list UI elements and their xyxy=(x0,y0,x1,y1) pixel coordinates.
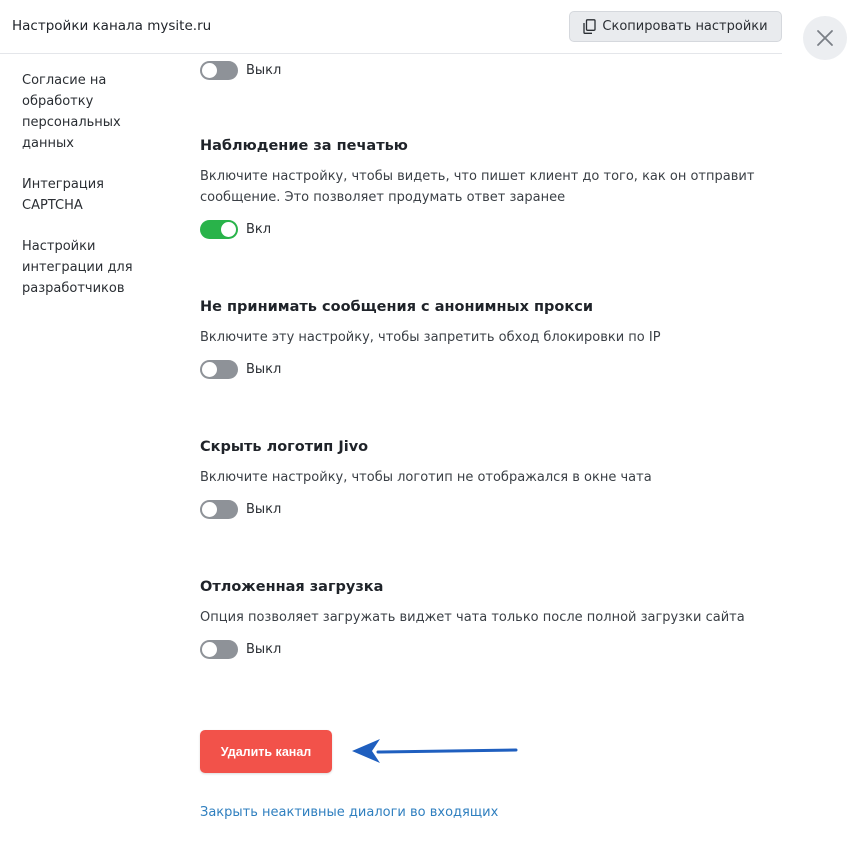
annotation-arrow-icon xyxy=(352,739,518,763)
toggle-row: Выкл xyxy=(200,360,760,379)
toggle-label: Выкл xyxy=(246,502,282,517)
top-toggle[interactable] xyxy=(200,61,238,80)
toggle-row: Выкл xyxy=(200,640,760,659)
header: Настройки канала mysite.ru Скопировать н… xyxy=(0,0,782,54)
setting-description: Включите настройку, чтобы логотип не ото… xyxy=(200,470,652,485)
toggle-knob xyxy=(202,502,217,517)
toggle-row: Вкл xyxy=(200,220,760,239)
sidebar: Согласие на обработку персональных данны… xyxy=(22,70,162,319)
page-title: Настройки канала mysite.ru xyxy=(12,18,212,34)
hide-logo-toggle[interactable] xyxy=(200,500,238,519)
toggle-label: Выкл xyxy=(246,362,282,377)
sidebar-item-personal-data-consent[interactable]: Согласие на обработку персональных данны… xyxy=(22,70,162,154)
toggle-label: Вкл xyxy=(246,222,272,237)
close-inactive-dialogs-link[interactable]: Закрыть неактивные диалоги во входящих xyxy=(200,805,498,820)
toggle-label: Выкл xyxy=(246,642,282,657)
copy-settings-label: Скопировать настройки xyxy=(602,19,768,34)
typing-monitoring-toggle[interactable] xyxy=(200,220,238,239)
toggle-knob xyxy=(221,222,236,237)
setting-anonymous-proxy: Не принимать сообщения с анонимных прокс… xyxy=(200,297,760,379)
setting-title: Наблюдение за печатью xyxy=(200,138,408,154)
close-button[interactable] xyxy=(803,16,847,60)
delete-channel-button[interactable]: Удалить канал xyxy=(200,730,332,773)
setting-description: Опция позволяет загружать виджет чата то… xyxy=(200,610,745,625)
copy-settings-button[interactable]: Скопировать настройки xyxy=(569,11,782,42)
copy-icon xyxy=(583,19,597,34)
setting-typing-monitoring: Наблюдение за печатью Включите настройку… xyxy=(200,136,760,239)
setting-description: Включите настройку, чтобы видеть, что пи… xyxy=(200,169,755,205)
setting-title: Скрыть логотип Jivo xyxy=(200,439,369,455)
toggle-row: Выкл xyxy=(200,500,760,519)
toggle-label: Выкл xyxy=(246,63,282,78)
setting-description: Включите эту настройку, чтобы запретить … xyxy=(200,330,661,345)
setting-hide-logo: Скрыть логотип Jivo Включите настройку, … xyxy=(200,437,760,519)
toggle-knob xyxy=(202,642,217,657)
setting-deferred-loading: Отложенная загрузка Опция позволяет загр… xyxy=(200,577,760,659)
deferred-loading-toggle[interactable] xyxy=(200,640,238,659)
sidebar-item-developer-integration[interactable]: Настройки интеграции для разработчиков xyxy=(22,236,162,299)
sidebar-item-captcha[interactable]: Интеграция CAPTCHA xyxy=(22,174,162,216)
setting-title: Отложенная загрузка xyxy=(200,579,384,595)
toggle-knob xyxy=(202,362,217,377)
anonymous-proxy-toggle[interactable] xyxy=(200,360,238,379)
toggle-knob xyxy=(202,63,217,78)
close-icon xyxy=(817,30,833,46)
setting-title: Не принимать сообщения с анонимных прокс… xyxy=(200,299,593,315)
top-toggle-row: Выкл xyxy=(200,61,281,80)
